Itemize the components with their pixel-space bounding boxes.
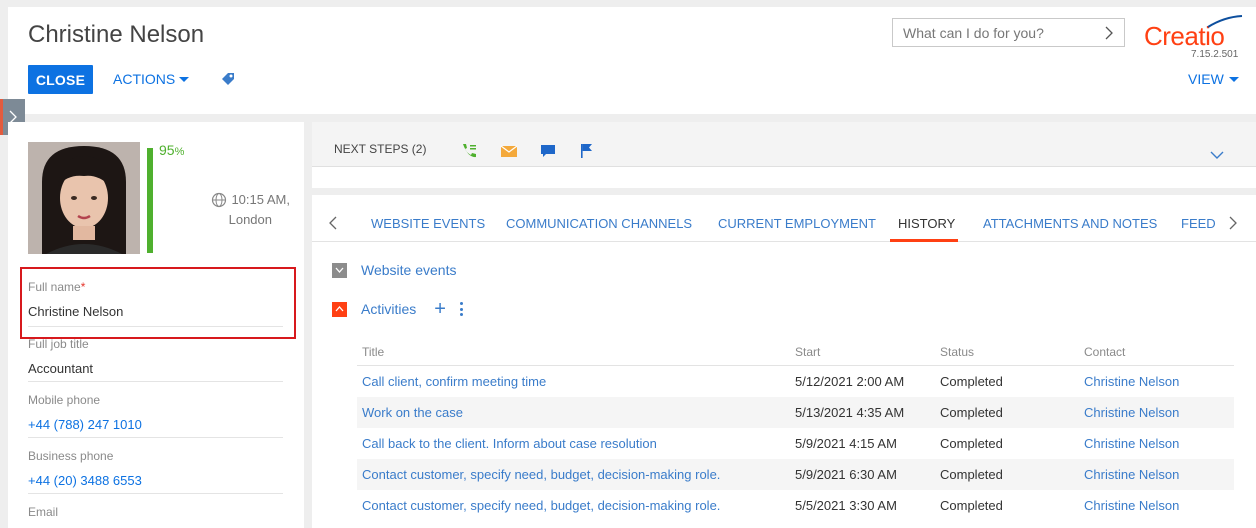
tab-scroll-left-icon[interactable] (328, 216, 340, 230)
page-title: Christine Nelson (28, 21, 205, 48)
job-title-field[interactable]: Full job title Accountant (28, 337, 283, 382)
chat-icon[interactable] (539, 142, 557, 160)
activity-contact-link[interactable]: Christine Nelson (1084, 405, 1179, 420)
tab-attachments-and-notes[interactable]: ATTACHMENTS AND NOTES (983, 216, 1157, 231)
call-icon[interactable] (460, 142, 478, 160)
history-panel: WEBSITE EVENTS COMMUNICATION CHANNELS CU… (312, 195, 1256, 528)
version-label: 7.15.2.501 (1191, 49, 1239, 60)
mobile-phone-value[interactable]: +44 (788) 247 1010 (28, 417, 283, 432)
activity-title-link[interactable]: Call back to the client. Inform about ca… (362, 436, 657, 451)
activity-contact-link[interactable]: Christine Nelson (1084, 374, 1179, 389)
business-phone-field[interactable]: Business phone +44 (20) 3488 6553 (28, 449, 283, 494)
tab-communication-channels[interactable]: COMMUNICATION CHANNELS (506, 216, 692, 231)
avatar (28, 142, 140, 254)
chevron-down-icon (179, 76, 190, 82)
page-header: Christine Nelson CLOSE ACTIONS What can … (8, 7, 1256, 114)
search-placeholder: What can I do for you? (903, 24, 1044, 41)
column-status[interactable]: Status (940, 345, 974, 359)
chevron-down-icon[interactable] (1210, 148, 1224, 162)
contact-photo[interactable] (28, 142, 140, 254)
website-events-label[interactable]: Website events (361, 262, 456, 278)
activity-title-link[interactable]: Work on the case (362, 405, 463, 420)
activity-status: Completed (940, 436, 1003, 451)
table-row[interactable]: Work on the case 5/13/2021 4:35 AM Compl… (357, 397, 1234, 428)
full-name-highlight (20, 267, 296, 339)
actions-button[interactable]: ACTIONS (113, 71, 190, 87)
profile-completeness-bar (147, 148, 153, 253)
table-row[interactable]: Contact customer, specify need, budget, … (357, 490, 1234, 521)
mobile-phone-field[interactable]: Mobile phone +44 (788) 247 1010 (28, 393, 283, 438)
business-phone-value[interactable]: +44 (20) 3488 6553 (28, 473, 283, 488)
activity-title-link[interactable]: Contact customer, specify need, budget, … (362, 498, 720, 513)
close-button[interactable]: CLOSE (28, 65, 93, 94)
column-start[interactable]: Start (795, 345, 820, 359)
activity-start: 5/9/2021 4:15 AM (795, 436, 897, 451)
collapse-toggle-icon[interactable] (332, 262, 347, 278)
activity-status: Completed (940, 467, 1003, 482)
website-events-group[interactable]: Website events (332, 262, 456, 278)
profile-completeness-value: 95% (159, 142, 185, 158)
mobile-phone-label: Mobile phone (28, 393, 101, 407)
activity-start: 5/12/2021 2:00 AM (795, 374, 905, 389)
add-icon[interactable]: + (434, 299, 446, 319)
activity-start: 5/13/2021 4:35 AM (795, 405, 905, 420)
table-row[interactable]: Contact customer, specify need, budget, … (357, 459, 1234, 490)
tab-website-events[interactable]: WEBSITE EVENTS (371, 216, 485, 231)
local-time: 10:15 AM, London (200, 190, 290, 230)
tag-icon[interactable] (220, 71, 236, 87)
actions-label: ACTIONS (113, 71, 176, 87)
activity-contact-link[interactable]: Christine Nelson (1084, 467, 1179, 482)
local-city: London (228, 212, 272, 227)
grid-header: Title Start Status Contact (357, 345, 1234, 366)
activities-label[interactable]: Activities (361, 301, 416, 317)
activity-contact-link[interactable]: Christine Nelson (1084, 436, 1179, 451)
active-tab-indicator (890, 239, 958, 242)
table-row[interactable]: Call client, confirm meeting time 5/12/2… (357, 366, 1234, 397)
activities-grid: Title Start Status Contact Call client, … (357, 345, 1234, 521)
email-icon[interactable] (500, 142, 518, 160)
column-title[interactable]: Title (362, 345, 384, 359)
next-steps-label[interactable]: NEXT STEPS (2) (334, 142, 426, 156)
tab-bar: WEBSITE EVENTS COMMUNICATION CHANNELS CU… (312, 195, 1256, 242)
view-label: VIEW (1188, 71, 1224, 87)
table-row[interactable]: Call back to the client. Inform about ca… (357, 428, 1234, 459)
local-time-value: 10:15 AM, (231, 192, 290, 207)
logo-swoosh-icon (1207, 15, 1243, 28)
activity-title-link[interactable]: Contact customer, specify need, budget, … (362, 467, 720, 482)
activity-start: 5/9/2021 6:30 AM (795, 467, 897, 482)
column-contact[interactable]: Contact (1084, 345, 1125, 359)
job-title-value[interactable]: Accountant (28, 361, 283, 376)
chevron-down-icon (1228, 76, 1239, 82)
activity-title-link[interactable]: Call client, confirm meeting time (362, 374, 546, 389)
command-search-input[interactable]: What can I do for you? (892, 18, 1125, 47)
tab-history[interactable]: HISTORY (898, 216, 955, 231)
activity-status: Completed (940, 374, 1003, 389)
chevron-right-icon[interactable] (1104, 26, 1114, 40)
globe-icon (212, 192, 227, 208)
business-phone-label: Business phone (28, 449, 114, 463)
flag-icon[interactable] (578, 142, 596, 160)
tab-feed[interactable]: FEED (1181, 216, 1216, 231)
next-steps-panel: NEXT STEPS (2) (312, 122, 1256, 188)
view-button[interactable]: VIEW (1188, 71, 1239, 87)
activity-status: Completed (940, 405, 1003, 420)
activity-status: Completed (940, 498, 1003, 513)
more-options-icon[interactable] (459, 302, 464, 316)
activity-contact-link[interactable]: Christine Nelson (1084, 498, 1179, 513)
job-title-label: Full job title (28, 337, 89, 351)
tab-current-employment[interactable]: CURRENT EMPLOYMENT (718, 216, 876, 231)
expand-toggle-icon[interactable] (332, 301, 347, 317)
email-field[interactable]: Email (28, 505, 283, 528)
activities-group[interactable]: Activities + (332, 299, 464, 319)
tab-scroll-right-icon[interactable] (1226, 216, 1238, 230)
activity-start: 5/5/2021 3:30 AM (795, 498, 897, 513)
email-label: Email (28, 505, 59, 519)
